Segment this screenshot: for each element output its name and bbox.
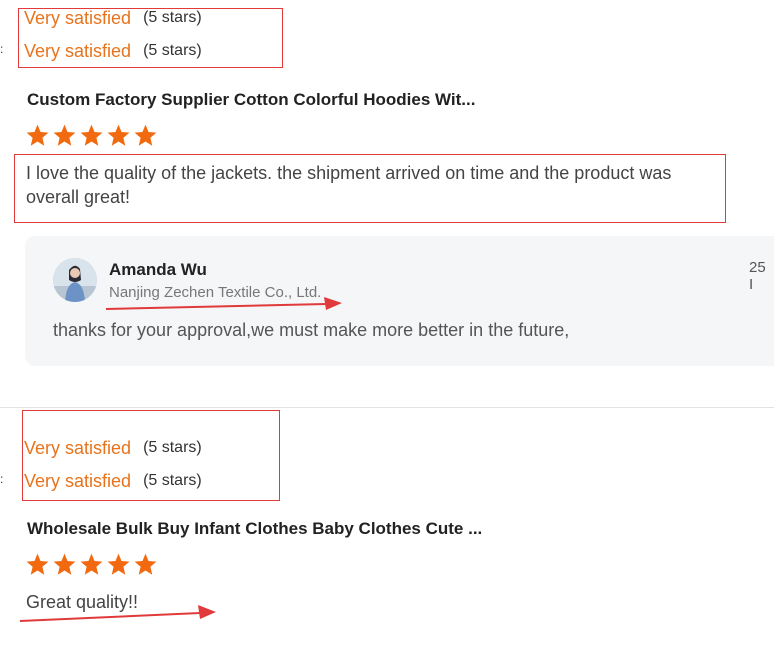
annotation-box [14, 154, 726, 223]
red-arrow-annotation [105, 297, 342, 310]
reply-date: 25 I [749, 259, 766, 293]
annotation-box [18, 8, 283, 68]
star-icon [53, 124, 76, 146]
seller-avatar [53, 258, 97, 302]
review-divider [0, 407, 774, 408]
seller-reply-text: thanks for your approval,we must make mo… [53, 320, 570, 340]
rating-stars [25, 123, 158, 149]
star-icon [134, 124, 157, 146]
star-icon [26, 553, 49, 575]
star-icon [26, 124, 49, 146]
product-title-link[interactable]: Custom Factory Supplier Cotton Colorful … [27, 90, 475, 110]
star-icon [134, 553, 157, 575]
star-icon [53, 553, 76, 575]
seller-name: Amanda Wu [109, 260, 207, 279]
red-arrow-annotation [19, 605, 216, 622]
star-icon [107, 553, 130, 575]
annotation-box [22, 410, 280, 501]
edge-mark: : [0, 42, 4, 56]
rating-stars [25, 552, 158, 578]
star-icon [80, 124, 103, 146]
star-icon [107, 124, 130, 146]
edge-mark: : [0, 472, 4, 486]
star-icon [80, 553, 103, 575]
avatar-image [53, 258, 97, 302]
product-title-link[interactable]: Wholesale Bulk Buy Infant Clothes Baby C… [27, 519, 482, 539]
